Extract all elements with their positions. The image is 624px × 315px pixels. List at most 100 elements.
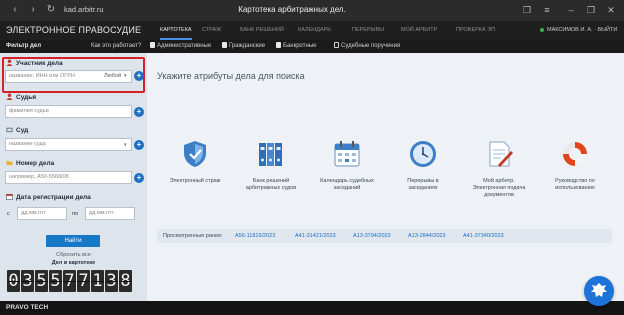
counter-digit: 0	[7, 270, 20, 292]
main-content: Укажите атрибуты дела для поиска Электро…	[147, 53, 624, 301]
online-status-icon	[540, 27, 544, 32]
back-icon[interactable]: ‹	[8, 3, 22, 17]
recent-case-link[interactable]: А56-11816/2023	[235, 229, 275, 243]
emblem-icon[interactable]	[584, 276, 614, 306]
filter-administrative[interactable]: Административные	[150, 40, 211, 53]
user-name[interactable]: МАКСИМОВ И. А. · ВЫЙТИ	[547, 27, 617, 33]
nav-kartoteka[interactable]: КАРТОТЕКА	[160, 21, 192, 40]
filter-bankruptcy[interactable]: Банкротные	[276, 40, 316, 53]
recent-case-link[interactable]: А13-2844/2023	[408, 229, 446, 243]
tile-pereryvy-label: Перерывы в заседаниях	[407, 178, 439, 191]
search-heading: Укажите атрибуты дела для поиска	[157, 71, 305, 81]
page-title: Картотека арбитражных дел.	[238, 5, 346, 14]
nav-kalendar[interactable]: КАЛЕНДАРЬ	[298, 21, 331, 40]
case-counter: 0 3 5 5 7 7 1 3 8	[7, 270, 132, 292]
document-pen-icon	[489, 141, 513, 167]
reg-date-label-text: Дата регистрации дела	[16, 194, 91, 201]
counter-digit: 1	[91, 270, 104, 292]
filter-court-orders[interactable]: Судебные поручения	[334, 40, 400, 53]
forward-icon[interactable]: ›	[26, 3, 40, 17]
app-header: ЭЛЕКТРОННОЕ ПРАВОСУДИЕ КАРТОТЕКА СТРАЖ Б…	[0, 21, 624, 40]
court-input[interactable]: название суда	[5, 138, 132, 151]
browser-toolbar: ‹ › ↻ kad.arbitr.ru Картотека арбитражны…	[0, 0, 624, 21]
nav-bank-resheniy[interactable]: БАНК РЕШЕНИЙ	[240, 21, 284, 40]
recent-case-link[interactable]: А41-37340/2023	[463, 229, 504, 243]
court-label-text: Суд	[16, 127, 29, 134]
chevron-down-icon[interactable]: ▾	[124, 73, 127, 79]
person-icon	[6, 59, 13, 66]
court-icon	[6, 127, 13, 133]
eagle-icon	[591, 283, 607, 297]
search-sidebar: Участник дела название, ИНН или ОГРН Люб…	[0, 53, 147, 301]
filter-court-orders-label: Судебные поручения	[341, 43, 401, 49]
counter-digit: 5	[49, 270, 62, 292]
address-bar[interactable]: kad.arbitr.ru	[64, 3, 144, 17]
tile-bank-resheniy[interactable]: Банк решений арбитражных судов	[241, 139, 301, 192]
search-button[interactable]: Найти	[46, 235, 100, 247]
date-to-label: по	[72, 211, 79, 217]
nav-proverka-ep[interactable]: ПРОВЕРКА ЭП	[456, 21, 495, 40]
footer-brand[interactable]: PRAVO TECH	[0, 301, 624, 315]
recently-viewed-bar: Просмотренные ранее: А56-11816/2023 А41-…	[157, 229, 612, 243]
folder-icon	[6, 160, 13, 166]
document-icon	[222, 42, 227, 49]
tile-kalendar-label: Календарь судебных заседаний	[320, 178, 374, 191]
case-number-label: Номер дела	[6, 159, 54, 169]
chevron-down-icon[interactable]: ▾	[124, 142, 127, 148]
calendar-icon	[334, 141, 360, 167]
tile-moy-arbitr-label: Мой арбитр. Электронная подача документо…	[472, 178, 526, 198]
case-number-input[interactable]: например, А50-5568/08	[5, 171, 132, 184]
tile-kalendar[interactable]: Календарь судебных заседаний	[317, 139, 377, 192]
filter-civil-label: Гражданские	[229, 43, 266, 49]
binders-icon	[259, 143, 282, 166]
clock-icon	[410, 141, 436, 167]
case-number-label-text: Номер дела	[16, 160, 55, 167]
tile-rukovodstvo-label: Руководство по использованию	[555, 178, 595, 191]
add-judge-button[interactable]: +	[134, 107, 144, 117]
recent-case-link[interactable]: А41-31421/2023	[295, 229, 336, 243]
minimize-icon[interactable]: –	[564, 3, 578, 17]
case-count-label: Дел в картотеке	[51, 260, 96, 266]
date-from-input[interactable]: дд.мм.гггг	[17, 207, 67, 220]
tile-e-strazh[interactable]: Электронный страж	[165, 139, 225, 185]
brand-title[interactable]: ЭЛЕКТРОННОЕ ПРАВОСУДИЕ	[6, 21, 141, 40]
filter-administrative-label: Административные	[157, 43, 212, 49]
nav-moy-arbitr[interactable]: МОЙ АРБИТР	[401, 21, 437, 40]
calendar-icon	[6, 193, 13, 200]
judge-input[interactable]: фамилия судьи	[5, 105, 132, 118]
counter-digit: 8	[119, 270, 132, 292]
user-menu[interactable]: МАКСИМОВ И. А. · ВЫЙТИ	[540, 21, 617, 40]
nav-pereryvy[interactable]: ПЕРЕРЫВЫ	[352, 21, 384, 40]
add-case-number-button[interactable]: +	[134, 173, 144, 183]
filter-title: Фильтр дел	[6, 43, 42, 49]
court-label: Суд	[6, 126, 28, 136]
lifebuoy-icon	[563, 142, 587, 166]
close-icon[interactable]: ✕	[604, 3, 618, 17]
date-to-input[interactable]: дд.мм.гггг	[85, 207, 135, 220]
filter-civil[interactable]: Гражданские	[222, 40, 265, 53]
menu-icon[interactable]: ≡	[540, 3, 554, 17]
nav-strazh[interactable]: СТРАЖ	[202, 21, 221, 40]
filter-bankruptcy-label: Банкротные	[283, 43, 317, 49]
counter-digit: 3	[105, 270, 118, 292]
tile-pereryvy[interactable]: Перерывы в заседаниях	[393, 139, 453, 192]
tile-bank-resheniy-label: Банк решений арбитражных судов	[245, 178, 297, 191]
judge-label-text: Судья	[16, 94, 37, 101]
tile-moy-arbitr[interactable]: Мой арбитр. Электронная подача документо…	[469, 139, 529, 199]
counter-digit: 7	[77, 270, 90, 292]
document-icon	[276, 42, 281, 49]
counter-digit: 5	[35, 270, 48, 292]
reset-all-link[interactable]: Сбросить все	[0, 252, 147, 258]
how-it-works-link[interactable]: Как это работает?	[91, 40, 141, 53]
restore-icon[interactable]: ❐	[584, 3, 598, 17]
judge-label: Судья	[6, 93, 36, 103]
judge-icon	[6, 93, 13, 100]
add-participant-button[interactable]: +	[134, 71, 144, 81]
add-court-button[interactable]: +	[134, 140, 144, 150]
reload-icon[interactable]: ↻	[44, 3, 58, 17]
tile-rukovodstvo[interactable]: Руководство по использованию	[545, 139, 605, 192]
bookmark-icon[interactable]: ❒	[520, 3, 534, 17]
participant-role-select[interactable]: Любой	[104, 71, 121, 82]
filter-bar: Фильтр дел Как это работает? Администрат…	[0, 40, 624, 53]
recent-case-link[interactable]: А13-3794/2023	[353, 229, 391, 243]
